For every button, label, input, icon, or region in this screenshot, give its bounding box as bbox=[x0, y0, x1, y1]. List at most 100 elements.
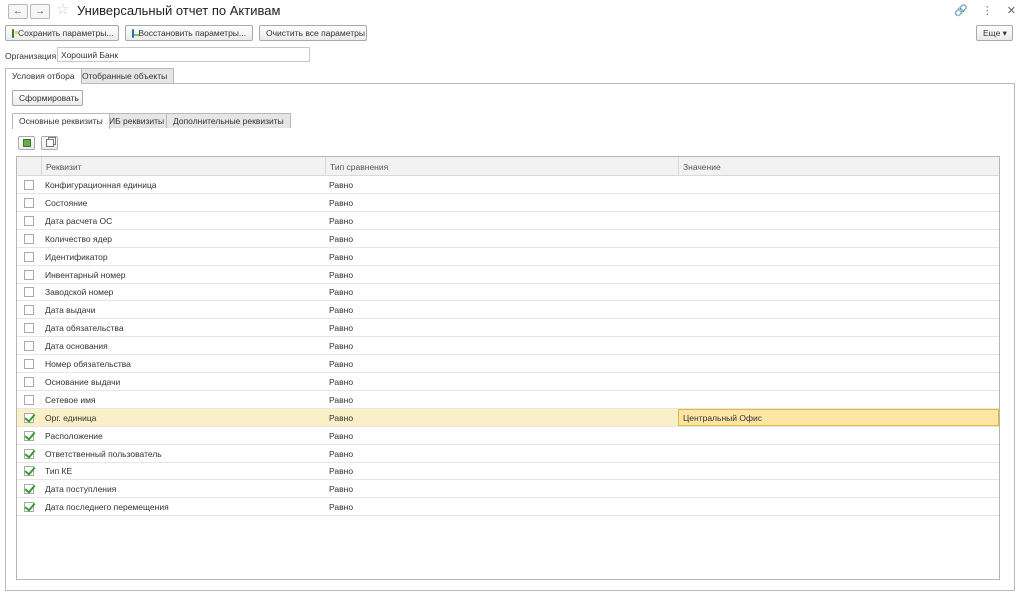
table-row[interactable]: Инвентарный номер Равно bbox=[17, 266, 999, 284]
table-row[interactable]: Основание выдачи Равно bbox=[17, 373, 999, 391]
table-row[interactable]: Конфигурационная единица Равно bbox=[17, 176, 999, 194]
attribute-name: Дата обязательства bbox=[45, 323, 124, 334]
column-header-attribute[interactable]: Реквизит bbox=[41, 157, 325, 176]
table-row[interactable]: Расположение Равно bbox=[17, 427, 999, 445]
tab-additional-attributes[interactable]: Дополнительные реквизиты bbox=[166, 113, 291, 128]
favorite-star-icon[interactable]: ☆ bbox=[56, 2, 69, 18]
attribute-name: Тип КЕ bbox=[45, 466, 73, 477]
row-checkbox[interactable] bbox=[24, 394, 34, 405]
tab-selection-conditions[interactable]: Условия отбора bbox=[5, 68, 82, 84]
attribute-name: Инвентарный номер bbox=[45, 269, 126, 280]
table-row[interactable]: Тип КЕ Равно bbox=[17, 462, 999, 481]
comparison-type[interactable]: Равно bbox=[329, 234, 353, 244]
attribute-name: Конфигурационная единица bbox=[45, 180, 157, 190]
comparison-type[interactable]: Равно bbox=[329, 431, 353, 441]
row-checkbox[interactable] bbox=[24, 323, 34, 334]
comparison-type[interactable]: Равно bbox=[329, 502, 353, 512]
column-header-comparison[interactable]: Тип сравнения bbox=[325, 157, 678, 176]
table-row[interactable]: Орг. единица Равно Центральный Офис bbox=[17, 408, 999, 427]
attribute-name: Дата расчета ОС bbox=[45, 215, 113, 226]
comparison-type[interactable]: Равно bbox=[329, 180, 353, 190]
comparison-type[interactable]: Равно bbox=[329, 449, 353, 459]
row-checkbox[interactable] bbox=[24, 502, 34, 513]
attribute-name: Номер обязательства bbox=[45, 359, 131, 369]
restore-params-button[interactable]: Восстановить параметры... bbox=[125, 25, 253, 41]
row-checkbox[interactable] bbox=[24, 215, 34, 226]
table-row[interactable]: Заводской номер Равно bbox=[17, 283, 999, 302]
table-row[interactable]: Дата выдачи Равно bbox=[17, 301, 999, 320]
comparison-type[interactable]: Равно bbox=[329, 341, 353, 351]
table-row[interactable]: Идентификатор Равно bbox=[17, 248, 999, 266]
attribute-name: Дата поступления bbox=[45, 484, 117, 495]
tab-ib-attributes[interactable]: ИБ реквизиты bbox=[102, 113, 172, 128]
row-checkbox[interactable] bbox=[24, 430, 34, 441]
organization-field[interactable]: Хороший Банк bbox=[57, 47, 310, 62]
uncheck-all-button[interactable] bbox=[41, 136, 58, 150]
comparison-type[interactable]: Равно bbox=[329, 287, 353, 297]
table-row[interactable]: Дата обязательства Равно bbox=[17, 319, 999, 338]
comparison-type[interactable]: Равно bbox=[329, 377, 353, 387]
attribute-name: Расположение bbox=[45, 430, 103, 441]
column-header-value[interactable]: Значение bbox=[678, 157, 999, 176]
generate-button[interactable]: Сформировать bbox=[12, 90, 83, 106]
table-row[interactable]: Количество ядер Равно bbox=[17, 230, 999, 248]
comparison-type[interactable]: Равно bbox=[329, 359, 353, 369]
attribute-name: Дата выдачи bbox=[45, 305, 96, 316]
tab-selected-objects[interactable]: Отобранные объекты bbox=[75, 68, 175, 83]
comparison-type[interactable]: Равно bbox=[329, 395, 353, 405]
comparison-type[interactable]: Равно bbox=[329, 305, 353, 315]
row-checkbox[interactable] bbox=[24, 448, 34, 459]
table-row[interactable]: Номер обязательства Равно bbox=[17, 355, 999, 373]
row-checkbox[interactable] bbox=[24, 305, 34, 316]
comparison-type[interactable]: Равно bbox=[329, 270, 353, 280]
row-checkbox[interactable] bbox=[24, 376, 34, 387]
attribute-name: Состояние bbox=[45, 197, 88, 208]
row-checkbox[interactable] bbox=[24, 466, 34, 477]
row-checkbox[interactable] bbox=[24, 233, 34, 244]
more-vertical-icon[interactable]: ⋮ bbox=[982, 4, 993, 17]
title-bar: ← → ☆ Универсальный отчет по Активам 🔗 ⋮… bbox=[0, 0, 1024, 22]
row-checkbox[interactable] bbox=[24, 484, 34, 495]
row-checkbox[interactable] bbox=[24, 251, 34, 262]
row-checkbox[interactable] bbox=[24, 180, 34, 190]
close-icon[interactable]: ✕ bbox=[1007, 4, 1016, 17]
comparison-type[interactable]: Равно bbox=[329, 198, 353, 208]
row-checkbox[interactable] bbox=[24, 341, 34, 352]
comparison-type[interactable]: Равно bbox=[329, 413, 353, 423]
more-button[interactable]: Еще ▾ bbox=[976, 25, 1013, 41]
comparison-type[interactable]: Равно bbox=[329, 466, 353, 476]
comparison-type[interactable]: Равно bbox=[329, 252, 353, 262]
attribute-name: Количество ядер bbox=[45, 233, 113, 244]
comparison-type[interactable]: Равно bbox=[329, 323, 353, 333]
table-row[interactable]: Дата поступления Равно bbox=[17, 480, 999, 499]
row-checkbox[interactable] bbox=[24, 197, 34, 208]
arrow-left-icon: ← bbox=[13, 6, 23, 17]
table-row[interactable]: Дата основания Равно bbox=[17, 337, 999, 356]
back-button[interactable]: ← bbox=[8, 4, 28, 19]
check-all-button[interactable] bbox=[18, 136, 35, 150]
row-checkbox[interactable] bbox=[24, 412, 34, 423]
save-params-button[interactable]: Сохранить параметры... bbox=[5, 25, 119, 41]
table-row[interactable]: Дата последнего перемещения Равно bbox=[17, 498, 999, 517]
table-row[interactable]: Ответственный пользователь Равно bbox=[17, 445, 999, 463]
row-checkbox[interactable] bbox=[24, 359, 34, 369]
uncheck-all-icon bbox=[45, 139, 54, 147]
clear-params-button[interactable]: Очистить все параметры bbox=[259, 25, 367, 41]
link-icon[interactable]: 🔗 bbox=[954, 4, 968, 17]
comparison-type[interactable]: Равно bbox=[329, 484, 353, 494]
attribute-name: Основание выдачи bbox=[45, 376, 121, 387]
restore-icon bbox=[132, 28, 141, 38]
attribute-name: Дата основания bbox=[45, 341, 108, 352]
row-checkbox[interactable] bbox=[24, 269, 34, 280]
comparison-type[interactable]: Равно bbox=[329, 216, 353, 226]
attribute-name: Дата последнего перемещения bbox=[45, 502, 169, 513]
value-field[interactable]: Центральный Офис bbox=[678, 408, 999, 426]
forward-button[interactable]: → bbox=[30, 4, 50, 19]
table-row[interactable]: Дата расчета ОС Равно bbox=[17, 212, 999, 230]
table-row[interactable]: Сетевое имя Равно bbox=[17, 391, 999, 409]
save-icon bbox=[12, 28, 18, 38]
row-checkbox[interactable] bbox=[24, 287, 34, 298]
tab-main-attributes[interactable]: Основные реквизиты bbox=[12, 113, 110, 129]
table-row[interactable]: Состояние Равно bbox=[17, 194, 999, 212]
attribute-name: Сетевое имя bbox=[45, 394, 96, 405]
